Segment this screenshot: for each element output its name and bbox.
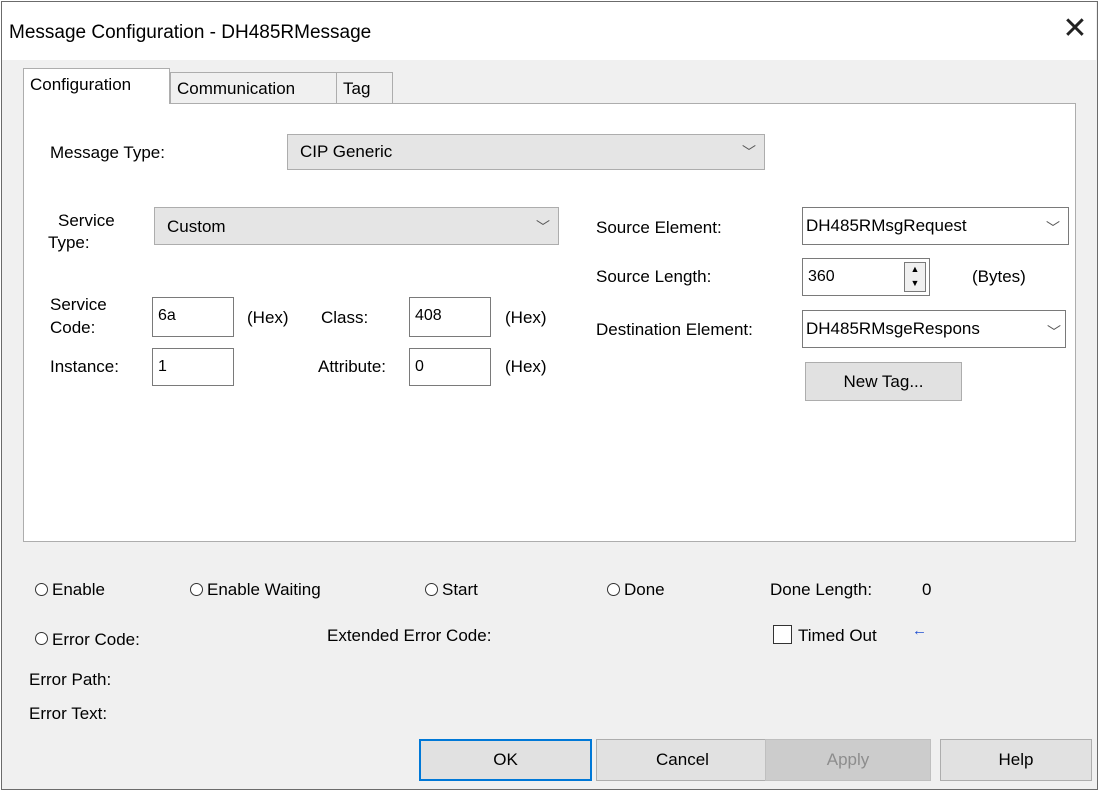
done-length-value: 0 <box>922 580 932 599</box>
start-label: Start <box>442 580 478 599</box>
enable-waiting-radio[interactable] <box>190 583 203 596</box>
spin-down-icon[interactable]: ▼ <box>905 278 925 292</box>
service-type-value: Custom <box>167 217 226 236</box>
cancel-button[interactable]: Cancel <box>596 739 769 781</box>
extended-error-code-label: Extended Error Code: <box>327 626 492 645</box>
ok-button[interactable]: OK <box>419 739 592 781</box>
bytes-label: (Bytes) <box>972 267 1026 286</box>
tab-tag[interactable]: Tag <box>336 72 393 104</box>
new-tag-button[interactable]: New Tag... <box>805 362 962 401</box>
message-type-label: Message Type: <box>50 143 165 162</box>
attribute-hex-label: (Hex) <box>505 357 547 376</box>
service-code-label-2: Code: <box>50 318 96 337</box>
done-label: Done <box>624 580 665 599</box>
enable-label: Enable <box>52 580 105 599</box>
chevron-down-icon: ﹀ <box>1046 220 1060 236</box>
class-label: Class: <box>321 308 369 327</box>
timed-out-arrow-icon: ← <box>912 622 927 639</box>
message-type-value: CIP Generic <box>300 142 393 161</box>
dialog-title: Message Configuration - DH485RMessage <box>9 22 372 43</box>
source-element-select[interactable]: DH485RMsgRequest ﹀ <box>802 207 1069 245</box>
service-type-select[interactable]: Custom ﹀ <box>154 207 559 245</box>
destination-element-value: DH485RMsgeRespons <box>806 319 980 338</box>
service-code-input[interactable]: 6a <box>152 297 234 337</box>
service-code-label-1: Service <box>50 295 107 314</box>
error-code-radio[interactable] <box>35 632 48 645</box>
help-button[interactable]: Help <box>940 739 1092 781</box>
tab-communication[interactable]: Communication <box>170 72 337 104</box>
attribute-label: Attribute: <box>318 357 387 376</box>
instance-input[interactable]: 1 <box>152 348 234 386</box>
source-element-value: DH485RMsgRequest <box>806 216 967 235</box>
source-element-label: Source Element: <box>596 218 722 237</box>
enable-radio[interactable] <box>35 583 48 596</box>
source-length-spinner[interactable]: ▲ ▼ <box>904 262 926 292</box>
timed-out-checkbox[interactable] <box>773 625 792 644</box>
done-radio[interactable] <box>607 583 620 596</box>
chevron-down-icon: ﹀ <box>1047 324 1061 340</box>
service-type-label-1: Service <box>58 211 115 230</box>
error-text-label: Error Text: <box>29 704 108 723</box>
chevron-down-icon: ﹀ <box>536 219 550 235</box>
source-length-label: Source Length: <box>596 267 712 286</box>
close-icon[interactable]: ✕ <box>1060 12 1090 46</box>
destination-element-select[interactable]: DH485RMsgeRespons ﹀ <box>802 310 1066 348</box>
service-code-hex-label: (Hex) <box>247 308 289 327</box>
source-length-value: 360 <box>808 268 835 285</box>
chevron-down-icon: ﹀ <box>742 144 756 160</box>
class-hex-label: (Hex) <box>505 308 547 327</box>
service-type-label-2: Type: <box>48 233 90 252</box>
apply-button[interactable]: Apply <box>765 739 931 781</box>
error-path-label: Error Path: <box>29 670 112 689</box>
class-input[interactable]: 408 <box>409 297 491 337</box>
done-length-label: Done Length: <box>770 580 873 599</box>
instance-label: Instance: <box>50 357 119 376</box>
attribute-input[interactable]: 0 <box>409 348 491 386</box>
spin-up-icon[interactable]: ▲ <box>905 264 925 278</box>
destination-element-label: Destination Element: <box>596 320 753 339</box>
enable-waiting-label: Enable Waiting <box>207 580 321 599</box>
message-type-select[interactable]: CIP Generic ﹀ <box>287 134 765 170</box>
tab-configuration[interactable]: Configuration <box>23 68 170 104</box>
error-code-label: Error Code: <box>52 630 140 649</box>
timed-out-label: Timed Out <box>798 626 877 645</box>
start-radio[interactable] <box>425 583 438 596</box>
